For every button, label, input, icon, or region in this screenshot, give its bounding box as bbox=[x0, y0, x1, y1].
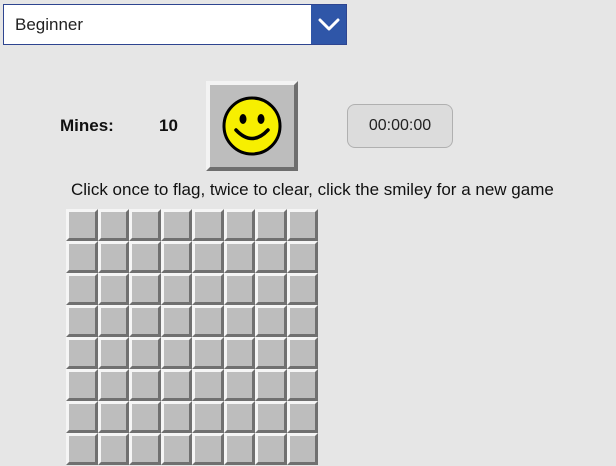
mine-cell[interactable] bbox=[255, 209, 287, 241]
mine-cell[interactable] bbox=[286, 401, 318, 433]
mine-cell[interactable] bbox=[255, 305, 287, 337]
mine-cell[interactable] bbox=[66, 401, 98, 433]
mine-cell[interactable] bbox=[160, 401, 192, 433]
mine-cell[interactable] bbox=[286, 273, 318, 305]
mine-cell[interactable] bbox=[192, 305, 224, 337]
difficulty-selected-value: Beginner bbox=[15, 15, 84, 34]
mine-cell[interactable] bbox=[286, 209, 318, 241]
mine-cell[interactable] bbox=[66, 305, 98, 337]
mine-cell[interactable] bbox=[223, 241, 255, 273]
mine-cell[interactable] bbox=[255, 241, 287, 273]
mine-cell[interactable] bbox=[255, 273, 287, 305]
mine-cell[interactable] bbox=[129, 337, 161, 369]
minesweeper-app: Beginner Mines: 10 00:00:00 Click once t… bbox=[0, 0, 616, 466]
mine-cell[interactable] bbox=[97, 337, 129, 369]
mine-cell[interactable] bbox=[192, 273, 224, 305]
mines-count: 10 bbox=[159, 116, 178, 135]
mine-cell[interactable] bbox=[192, 241, 224, 273]
mine-cell[interactable] bbox=[223, 337, 255, 369]
mine-cell[interactable] bbox=[129, 369, 161, 401]
mine-cell[interactable] bbox=[129, 401, 161, 433]
mine-cell[interactable] bbox=[286, 337, 318, 369]
mine-cell[interactable] bbox=[129, 273, 161, 305]
mine-cell[interactable] bbox=[66, 241, 98, 273]
mine-cell[interactable] bbox=[160, 305, 192, 337]
mine-cell[interactable] bbox=[255, 433, 287, 465]
smiley-face-icon bbox=[222, 96, 282, 156]
mine-cell[interactable] bbox=[66, 209, 98, 241]
mine-cell[interactable] bbox=[97, 401, 129, 433]
mine-cell[interactable] bbox=[97, 241, 129, 273]
new-game-smiley-button[interactable] bbox=[206, 81, 298, 171]
mine-cell[interactable] bbox=[286, 369, 318, 401]
mine-cell[interactable] bbox=[255, 369, 287, 401]
mine-cell[interactable] bbox=[129, 433, 161, 465]
mine-cell[interactable] bbox=[66, 337, 98, 369]
mine-cell[interactable] bbox=[286, 433, 318, 465]
instructions-text: Click once to flag, twice to clear, clic… bbox=[71, 180, 554, 199]
minefield-board bbox=[66, 209, 318, 465]
mine-cell[interactable] bbox=[223, 401, 255, 433]
mine-cell[interactable] bbox=[223, 433, 255, 465]
mine-cell[interactable] bbox=[192, 433, 224, 465]
mine-cell[interactable] bbox=[160, 433, 192, 465]
mine-cell[interactable] bbox=[160, 209, 192, 241]
mine-cell[interactable] bbox=[97, 433, 129, 465]
mine-cell[interactable] bbox=[223, 209, 255, 241]
mine-cell[interactable] bbox=[97, 209, 129, 241]
mine-cell[interactable] bbox=[160, 369, 192, 401]
mine-cell[interactable] bbox=[255, 337, 287, 369]
mine-cell[interactable] bbox=[223, 305, 255, 337]
dropdown-toggle[interactable] bbox=[311, 5, 346, 44]
mine-cell[interactable] bbox=[66, 433, 98, 465]
mine-cell[interactable] bbox=[66, 273, 98, 305]
mine-cell[interactable] bbox=[192, 369, 224, 401]
timer-display: 00:00:00 bbox=[347, 104, 453, 148]
difficulty-dropdown[interactable]: Beginner bbox=[3, 4, 347, 45]
mine-cell[interactable] bbox=[192, 209, 224, 241]
mine-cell[interactable] bbox=[97, 305, 129, 337]
mine-cell[interactable] bbox=[66, 369, 98, 401]
mine-cell[interactable] bbox=[286, 241, 318, 273]
mine-cell[interactable] bbox=[129, 241, 161, 273]
mine-cell[interactable] bbox=[97, 369, 129, 401]
mine-cell[interactable] bbox=[223, 273, 255, 305]
mine-cell[interactable] bbox=[192, 337, 224, 369]
mine-cell[interactable] bbox=[160, 241, 192, 273]
mine-cell[interactable] bbox=[129, 305, 161, 337]
mines-label: Mines: bbox=[60, 116, 114, 135]
mine-cell[interactable] bbox=[160, 273, 192, 305]
mine-cell[interactable] bbox=[160, 337, 192, 369]
chevron-down-icon bbox=[318, 18, 339, 30]
mine-cell[interactable] bbox=[192, 401, 224, 433]
mine-cell[interactable] bbox=[97, 273, 129, 305]
mine-cell[interactable] bbox=[129, 209, 161, 241]
mine-cell[interactable] bbox=[223, 369, 255, 401]
mine-cell[interactable] bbox=[255, 401, 287, 433]
mine-cell[interactable] bbox=[286, 305, 318, 337]
